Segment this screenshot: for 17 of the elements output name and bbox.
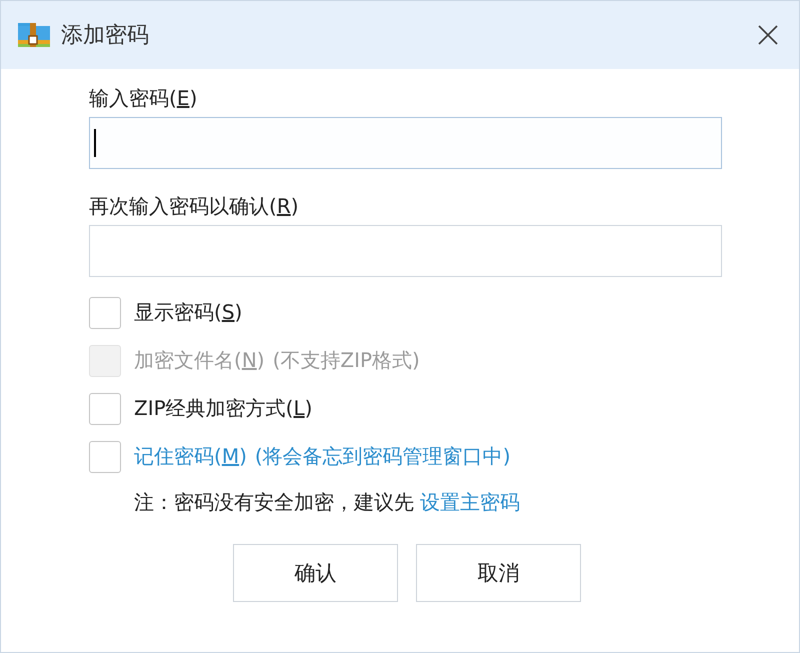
set-master-password-link[interactable]: 设置主密码 — [420, 489, 520, 516]
close-icon[interactable] — [757, 24, 779, 46]
option-label: 显示密码(S) — [134, 299, 242, 326]
option-label: 加密文件名(N) (不支持ZIP格式) — [134, 347, 420, 374]
password-field[interactable] — [89, 225, 722, 277]
option-label: ZIP经典加密方式(L) — [134, 395, 312, 422]
password-field[interactable] — [89, 117, 722, 169]
window-title: 添加密码 — [61, 22, 150, 50]
confirm-button[interactable]: 确认 — [233, 544, 398, 602]
field-label: 再次输入密码以确认(R) — [89, 193, 300, 220]
checkbox[interactable] — [89, 440, 121, 472]
checkbox[interactable] — [89, 296, 121, 328]
checkbox[interactable] — [89, 392, 121, 424]
option-link[interactable]: 记住密码(M) (将会备忘到密码管理窗口中) — [134, 443, 510, 470]
field-label: 输入密码(E) — [89, 85, 198, 112]
note-text: 注：密码没有安全加密，建议先 — [134, 489, 414, 516]
cancel-button[interactable]: 取消 — [416, 544, 581, 602]
